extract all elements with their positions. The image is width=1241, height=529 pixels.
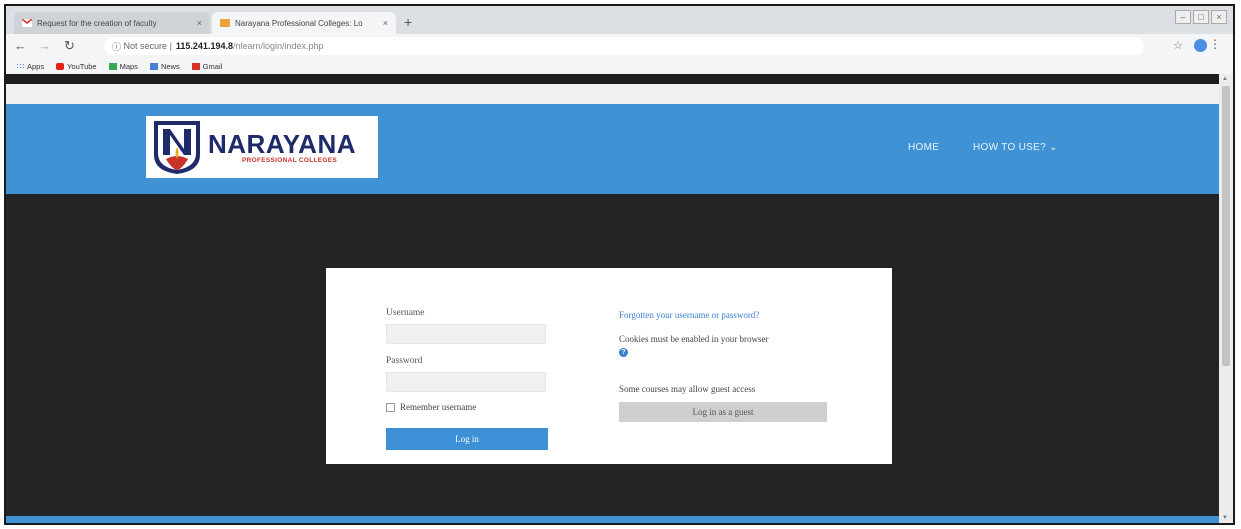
minimize-icon[interactable]: – xyxy=(1175,10,1191,24)
new-tab-button[interactable]: + xyxy=(404,14,412,30)
login-card: Username Password Remember username Log … xyxy=(326,268,892,464)
tab-close-icon[interactable]: × xyxy=(197,18,202,28)
username-label: Username xyxy=(386,308,425,318)
youtube-icon xyxy=(56,62,65,70)
tab-gmail[interactable]: Request for the creation of faculty × xyxy=(14,12,210,34)
maps-icon xyxy=(108,62,117,70)
brand-subtitle: PROFESSIONAL COLLEGES xyxy=(242,156,338,164)
scroll-down-icon[interactable]: ▼ xyxy=(1222,515,1228,521)
hero-background: Username Password Remember username Log … xyxy=(6,194,1219,516)
narayana-emblem-icon xyxy=(154,121,200,174)
moodle-icon xyxy=(220,19,230,27)
tab-close-icon[interactable]: × xyxy=(383,18,388,28)
maximize-icon[interactable]: □ xyxy=(1193,10,1209,24)
page-scrollbar[interactable]: ▲ ▼ xyxy=(1219,74,1233,523)
scroll-up-icon[interactable]: ▲ xyxy=(1222,76,1228,82)
security-label: Not secure xyxy=(123,41,168,51)
tab-narayana[interactable]: Narayana Professional Colleges: Lo × xyxy=(212,12,396,34)
gmail-icon xyxy=(191,62,200,70)
forgot-password-link[interactable]: Forgotten your username or password? xyxy=(619,310,759,320)
info-icon[interactable]: ⓘ xyxy=(112,40,121,53)
browser-menu-icon[interactable]: ⋮ xyxy=(1209,37,1221,51)
gmail-icon xyxy=(22,19,32,27)
url-path: /nlearn/login/index.php xyxy=(232,41,324,51)
profile-avatar[interactable] xyxy=(1194,39,1207,52)
username-input[interactable] xyxy=(386,324,546,344)
password-label: Password xyxy=(386,356,423,366)
top-strip xyxy=(6,74,1219,84)
bookmark-star-icon[interactable]: ☆ xyxy=(1173,39,1183,52)
guest-access-note: Some courses may allow guest access xyxy=(619,384,756,394)
bookmarks-bar: Apps YouTube Maps News Gmail xyxy=(6,58,1233,74)
apps-grid-icon xyxy=(16,62,24,70)
bookmark-maps[interactable]: Maps xyxy=(108,61,138,71)
site-logo[interactable]: NARAYANA PROFESSIONAL COLLEGES xyxy=(146,116,378,178)
bookmark-label: Gmail xyxy=(202,61,223,71)
password-input[interactable] xyxy=(386,372,546,392)
window-controls: – □ × xyxy=(1175,10,1227,24)
site-navbar: NARAYANA PROFESSIONAL COLLEGES HOME HOW … xyxy=(6,104,1219,194)
bookmark-youtube[interactable]: YouTube xyxy=(56,61,97,71)
address-bar: ← → ↻ ⓘ Not secure | 115.241.194.8/nlear… xyxy=(6,34,1233,58)
forward-icon[interactable]: → xyxy=(38,38,51,53)
login-button[interactable]: Log in xyxy=(386,428,548,450)
brand-name: NARAYANA xyxy=(208,128,357,159)
reload-icon[interactable]: ↻ xyxy=(64,38,75,54)
bookmark-news[interactable]: News xyxy=(149,61,180,71)
bookmark-apps[interactable]: Apps xyxy=(16,62,44,71)
guest-login-button[interactable]: Log in as a guest xyxy=(619,402,827,422)
bookmark-label: News xyxy=(160,61,180,71)
remember-label: Remember username xyxy=(400,402,477,412)
back-icon[interactable]: ← xyxy=(14,38,27,53)
url-input[interactable]: ⓘ Not secure | 115.241.194.8/nlearn/logi… xyxy=(104,37,1144,55)
page-content: NARAYANA PROFESSIONAL COLLEGES HOME HOW … xyxy=(6,74,1219,523)
bookmark-label: Apps xyxy=(27,61,45,71)
remember-username[interactable]: Remember username xyxy=(386,402,476,412)
remember-checkbox[interactable] xyxy=(386,402,395,412)
tab-title: Narayana Professional Colleges: Lo xyxy=(235,18,363,28)
cookies-notice: Cookies must be enabled in your browser xyxy=(619,334,769,344)
url-host: 115.241.194.8 xyxy=(175,41,233,51)
footer-bar xyxy=(6,516,1219,523)
scroll-thumb[interactable] xyxy=(1222,86,1230,366)
tab-strip: Request for the creation of faculty × Na… xyxy=(6,6,1233,34)
tab-title: Request for the creation of faculty xyxy=(37,18,157,28)
nav-home[interactable]: HOME xyxy=(908,142,939,153)
bookmark-label: YouTube xyxy=(67,61,97,71)
nav-how-to-use[interactable]: HOW TO USE? ⌄ xyxy=(973,142,1058,153)
news-icon xyxy=(149,62,158,70)
bookmark-gmail[interactable]: Gmail xyxy=(191,61,223,71)
help-icon[interactable]: ? xyxy=(619,348,628,357)
browser-window: Request for the creation of faculty × Na… xyxy=(4,4,1235,525)
bookmark-label: Maps xyxy=(119,61,138,71)
close-window-icon[interactable]: × xyxy=(1211,10,1227,24)
